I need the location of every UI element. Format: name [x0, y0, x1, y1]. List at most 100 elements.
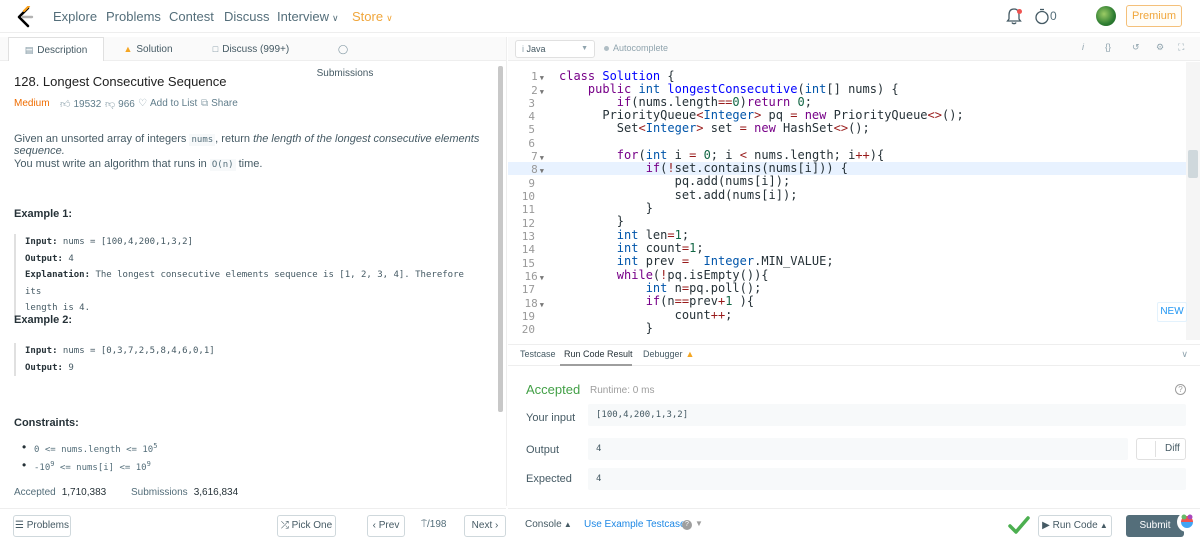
fold-icon[interactable]: ▼	[540, 88, 544, 96]
help-icon[interactable]: ?	[682, 520, 692, 530]
description-scrollbar[interactable]	[498, 66, 503, 412]
console-button[interactable]: Console ▲	[525, 519, 572, 530]
lock-icon: ▲	[685, 349, 695, 359]
pick-one-button[interactable]: ⤮ Pick One	[277, 515, 336, 537]
nav-interview[interactable]: Interview ∨	[277, 9, 339, 24]
add-to-list-label: Add to List	[149, 98, 198, 109]
avatar[interactable]	[1096, 6, 1116, 26]
nav-explore[interactable]: Explore	[53, 9, 97, 24]
next-label: Next	[471, 520, 493, 531]
leetcode-logo-icon[interactable]	[14, 6, 36, 28]
info-icon[interactable]: i	[1082, 42, 1084, 52]
like-count: 19532	[73, 99, 102, 110]
tab-solution-label: Solution	[136, 44, 173, 55]
language-label: Java	[526, 44, 546, 54]
constraint-2-text-a: -10	[34, 463, 51, 473]
fold-icon[interactable]: ▼	[540, 301, 544, 309]
example-1-output: Output: 4	[25, 251, 464, 268]
play-icon: ▶	[1042, 520, 1053, 531]
tab-testcase[interactable]: Testcase	[520, 349, 556, 359]
fold-icon[interactable]: ▼	[540, 154, 544, 162]
code-line: Set<Integer> set = new HashSet<>();	[559, 121, 870, 135]
tab-solution[interactable]: ▲ Solution	[118, 37, 178, 61]
code-line: int count=1;	[616, 241, 704, 255]
run-code-button[interactable]: ▶ Run Code ▲	[1038, 515, 1112, 537]
help-icon[interactable]: ?	[1175, 384, 1186, 395]
constraint-1-exponent: 5	[153, 442, 158, 450]
fold-icon[interactable]: ▼	[540, 274, 544, 282]
dislike-button[interactable]: 👎︎ 966	[105, 98, 135, 110]
prev-button[interactable]: ‹ Prev	[367, 515, 405, 537]
submissions-value: 3,616,834	[193, 487, 239, 498]
chevron-down-icon[interactable]: ▼	[695, 519, 703, 528]
diff-toggle[interactable]: Diff	[1136, 438, 1186, 460]
code-editor[interactable]: 1 ▼ 2 ▼ 3 4 5 6 7 ▼ 8 ▼ 9 10 11 12 13 14 15 …	[508, 62, 1200, 340]
problems-button[interactable]: ☰ Problems	[13, 515, 71, 537]
explanation-label: Explanation:	[25, 270, 91, 280]
settings-icon[interactable]: ⚙	[1156, 42, 1164, 53]
nav-contest[interactable]: Contest	[169, 9, 214, 24]
tab-submissions[interactable]: ◯Submissions	[310, 37, 380, 79]
fold-icon[interactable]: ▼	[540, 74, 544, 82]
fold-icon[interactable]: ▼	[540, 167, 544, 175]
share-icon: ⧉	[201, 98, 209, 109]
like-button[interactable]: 👍︎ 19532	[60, 98, 101, 110]
difficulty-badge: Medium	[14, 98, 50, 109]
new-badge[interactable]: NEW	[1157, 302, 1187, 322]
tab-discuss[interactable]: □ Discuss (999+)	[206, 37, 296, 61]
dislike-count: 966	[118, 99, 135, 110]
bug-report-icon[interactable]	[1176, 511, 1198, 533]
lock-icon: ▲	[123, 44, 133, 54]
chevron-down-icon[interactable]: ∨	[1181, 349, 1188, 360]
your-input-label: Your input	[526, 412, 576, 424]
share-button[interactable]: ⧉ Share	[201, 98, 238, 109]
code-line: if(n==prev+1 ){	[645, 294, 755, 308]
editor-scrollbar[interactable]	[1186, 62, 1200, 340]
autocomplete-toggle[interactable]: Autocomplete	[604, 43, 668, 53]
nav-discuss[interactable]: Discuss	[224, 9, 270, 24]
coin-icon[interactable]	[1034, 8, 1050, 25]
code-line: int len=1;	[616, 228, 690, 242]
line-number: 4	[528, 110, 535, 123]
input-value: nums = [100,4,200,1,3,2]	[57, 237, 193, 247]
tab-description[interactable]: ▤ Description	[8, 37, 104, 61]
line-number: 9	[528, 177, 535, 190]
line-number-text: 7	[531, 150, 538, 163]
language-select[interactable]: i Java ▼	[515, 40, 595, 58]
thumbs-up-icon: 👍︎	[60, 99, 71, 110]
next-button[interactable]: Next ›	[464, 515, 506, 537]
fullscreen-icon[interactable]: ⛶	[1178, 42, 1184, 53]
chevron-right-icon: ›	[492, 520, 499, 531]
code-line: }	[559, 321, 653, 335]
line-number: 10	[521, 190, 535, 203]
tab-debugger[interactable]: Debugger ▲	[643, 349, 694, 359]
editor-scrollbar-thumb[interactable]	[1188, 150, 1198, 178]
tab-run-code-result[interactable]: Run Code Result	[564, 349, 633, 359]
inline-code-complexity: O(n)	[209, 159, 236, 171]
line-number: 18 ▼	[508, 297, 544, 310]
braces-icon[interactable]: {}	[1105, 42, 1111, 52]
console-tabs: Testcase Run Code Result Debugger ▲ ∨	[508, 344, 1200, 366]
desc2-text-a: You must write an algorithm that runs in	[14, 158, 210, 170]
code-line: if(!set.contains(nums[i])) {	[645, 161, 849, 175]
explanation-text: The longest consecutive elements sequenc…	[25, 270, 464, 297]
nav-store[interactable]: Store ∨	[352, 9, 393, 24]
desc1-text-a: Given an unsorted array of integers	[14, 133, 190, 145]
example-2-output: Output: 9	[25, 360, 464, 377]
premium-button[interactable]: Premium	[1126, 5, 1182, 27]
page-indicator[interactable]: ⍑/198	[421, 519, 446, 530]
document-icon: ▤	[24, 45, 34, 55]
chevron-down-icon: ∨	[386, 13, 393, 23]
tab-discuss-label: Discuss (999+)	[222, 44, 290, 55]
shuffle-icon: ⤮	[280, 520, 292, 531]
nav-problems[interactable]: Problems	[106, 9, 161, 24]
problem-footer: ☰ Problems ⤮ Pick One ‹ Prev ⍑/198 Next …	[0, 508, 506, 542]
example-2-block: Input: nums = [0,3,7,2,5,8,4,6,0,1] Outp…	[14, 343, 464, 376]
output-value: 4	[62, 253, 74, 264]
nav-interview-label: Interview	[277, 9, 330, 24]
add-to-list-button[interactable]: ♡ Add to List	[138, 98, 197, 109]
use-example-testcases-link[interactable]: Use Example Testcases	[584, 519, 691, 530]
line-number: 12	[521, 217, 535, 230]
share-label: Share	[211, 98, 238, 109]
reset-icon[interactable]: ↺	[1132, 42, 1140, 53]
